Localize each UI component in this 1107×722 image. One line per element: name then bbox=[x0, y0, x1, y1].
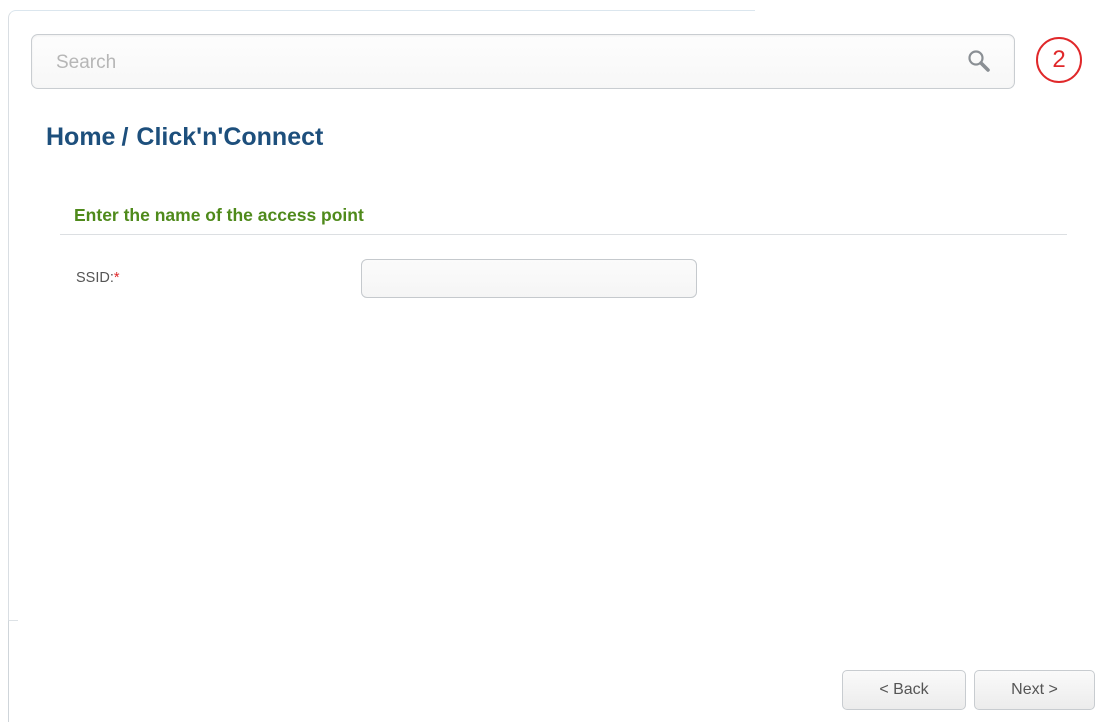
notification-badge[interactable]: 2 bbox=[1036, 37, 1082, 83]
breadcrumb: Home / Click'n'Connect bbox=[46, 123, 323, 152]
frame-notch bbox=[755, 0, 1107, 22]
back-button[interactable]: < Back bbox=[842, 670, 966, 710]
ssid-label: SSID:* bbox=[76, 270, 120, 286]
search-icon[interactable] bbox=[966, 48, 994, 76]
section-title: Enter the name of the access point bbox=[74, 205, 364, 225]
search-bar bbox=[31, 34, 1015, 89]
breadcrumb-current: Click'n'Connect bbox=[136, 123, 324, 151]
required-marker: * bbox=[113, 270, 120, 286]
frame-edge bbox=[8, 620, 18, 722]
content-frame bbox=[8, 10, 1107, 722]
breadcrumb-home[interactable]: Home bbox=[46, 123, 115, 151]
section-divider bbox=[60, 234, 1067, 235]
ssid-label-text: SSID: bbox=[76, 270, 114, 286]
search-input[interactable] bbox=[54, 47, 938, 79]
breadcrumb-separator: / bbox=[121, 123, 129, 151]
ssid-input[interactable] bbox=[361, 259, 697, 298]
next-button[interactable]: Next > bbox=[974, 670, 1095, 710]
